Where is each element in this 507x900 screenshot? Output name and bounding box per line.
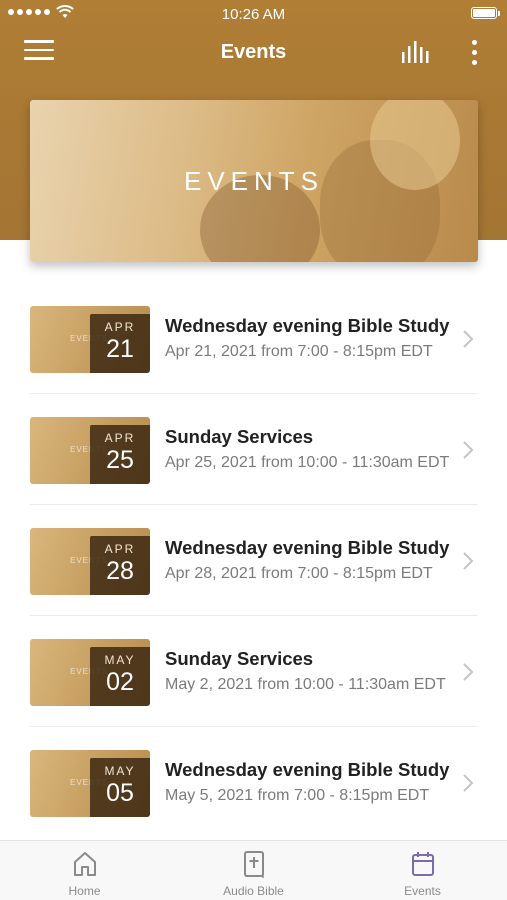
banner-title: EVENTS — [183, 166, 325, 196]
date-badge: MAY 02 — [90, 647, 150, 706]
date-badge: MAY 05 — [90, 758, 150, 817]
event-thumbnail: EVENTS APR 25 — [30, 417, 150, 484]
event-list-item[interactable]: EVENTS APR 28 Wednesday evening Bible St… — [30, 505, 478, 616]
tab-events[interactable]: Events — [338, 841, 507, 900]
date-badge: APR 21 — [90, 314, 150, 373]
tab-label: Events — [404, 884, 441, 898]
audio-levels-icon[interactable] — [401, 41, 431, 63]
home-icon — [73, 852, 96, 876]
tab-audio-bible[interactable]: Audio Bible — [169, 841, 338, 900]
calendar-icon — [411, 852, 434, 876]
bible-icon — [243, 851, 264, 878]
event-title: Sunday Services — [165, 426, 314, 447]
chevron-right-icon — [463, 663, 474, 681]
event-day: 28 — [106, 557, 134, 585]
tab-bar: Home Audio Bible Events — [0, 840, 507, 900]
event-datetime: Apr 25, 2021 from 10:00 - 11:30am EDT — [165, 454, 450, 471]
event-month: MAY — [104, 764, 136, 778]
event-datetime: May 2, 2021 from 10:00 - 11:30am EDT — [165, 676, 446, 693]
event-list: EVENTS APR 21 Wednesday evening Bible St… — [30, 283, 478, 838]
tab-label: Audio Bible — [223, 884, 284, 898]
event-day: 21 — [106, 335, 134, 363]
event-month: APR — [104, 320, 136, 334]
date-badge: APR 25 — [90, 425, 150, 484]
event-month: APR — [104, 542, 136, 556]
events-banner: EVENTS — [30, 100, 478, 262]
status-time: 10:26 AM — [221, 6, 286, 23]
event-day: 05 — [106, 779, 134, 807]
tab-home[interactable]: Home — [0, 841, 169, 900]
event-title: Wednesday evening Bible Study — [165, 537, 450, 558]
event-month: MAY — [104, 653, 136, 667]
battery-icon — [471, 7, 500, 19]
event-title: Sunday Services — [165, 648, 314, 669]
status-bar: 10:26 AM — [0, 0, 507, 28]
chevron-right-icon — [463, 552, 474, 570]
event-list-item[interactable]: EVENTS MAY 05 Wednesday evening Bible St… — [30, 727, 478, 838]
event-list-item[interactable]: EVENTS MAY 02 Sunday Services May 2, 202… — [30, 616, 478, 727]
event-datetime: Apr 21, 2021 from 7:00 - 8:15pm EDT — [165, 343, 433, 360]
event-day: 25 — [106, 446, 134, 474]
event-datetime: Apr 28, 2021 from 7:00 - 8:15pm EDT — [165, 565, 433, 582]
event-thumbnail: EVENTS MAY 02 — [30, 639, 150, 706]
chevron-right-icon — [463, 441, 474, 459]
tab-label: Home — [68, 884, 101, 898]
date-badge: APR 28 — [90, 536, 150, 595]
more-options-icon[interactable] — [469, 40, 479, 66]
event-thumbnail: EVENTS MAY 05 — [30, 750, 150, 817]
event-day: 02 — [106, 668, 134, 696]
event-thumbnail: EVENTS APR 28 — [30, 528, 150, 595]
chevron-right-icon — [463, 774, 474, 792]
event-thumbnail: EVENTS APR 21 — [30, 306, 150, 373]
event-datetime: May 5, 2021 from 7:00 - 8:15pm EDT — [165, 787, 430, 804]
event-list-item[interactable]: EVENTS APR 21 Wednesday evening Bible St… — [30, 283, 478, 394]
event-title: Wednesday evening Bible Study — [165, 315, 450, 336]
event-month: APR — [104, 431, 136, 445]
event-list-item[interactable]: EVENTS APR 25 Sunday Services Apr 25, 20… — [30, 394, 478, 505]
nav-bar: Events — [0, 28, 507, 76]
event-title: Wednesday evening Bible Study — [165, 759, 450, 780]
chevron-right-icon — [463, 330, 474, 348]
